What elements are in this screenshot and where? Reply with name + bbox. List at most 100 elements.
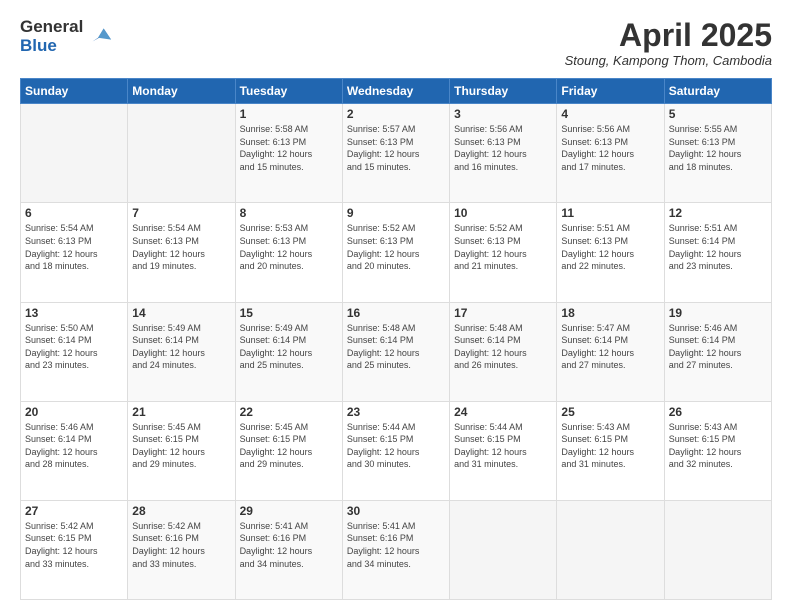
day-number: 26 (669, 405, 767, 419)
day-info: Sunrise: 5:44 AM Sunset: 6:15 PM Dayligh… (454, 421, 552, 471)
calendar-cell: 4 Sunrise: 5:56 AM Sunset: 6:13 PM Daylig… (557, 104, 664, 203)
calendar-cell: 10 Sunrise: 5:52 AM Sunset: 6:13 PM Dayli… (450, 203, 557, 302)
col-monday: Monday (128, 79, 235, 104)
day-number: 19 (669, 306, 767, 320)
day-number: 15 (240, 306, 338, 320)
day-number: 24 (454, 405, 552, 419)
day-number: 4 (561, 107, 659, 121)
calendar-cell: 21 Sunrise: 5:45 AM Sunset: 6:15 PM Dayli… (128, 401, 235, 500)
page: General Blue April 2025 Stoung, Kampong … (0, 0, 792, 612)
day-info: Sunrise: 5:55 AM Sunset: 6:13 PM Dayligh… (669, 123, 767, 173)
day-info: Sunrise: 5:42 AM Sunset: 6:16 PM Dayligh… (132, 520, 230, 570)
calendar-cell: 24 Sunrise: 5:44 AM Sunset: 6:15 PM Dayli… (450, 401, 557, 500)
calendar-cell: 6Sunrise: 5:54 AM Sunset: 6:13 PM Daylig… (21, 203, 128, 302)
day-number: 1 (240, 107, 338, 121)
day-number: 25 (561, 405, 659, 419)
day-info: Sunrise: 5:54 AM Sunset: 6:13 PM Dayligh… (132, 222, 230, 272)
calendar-cell (128, 104, 235, 203)
day-info: Sunrise: 5:44 AM Sunset: 6:15 PM Dayligh… (347, 421, 445, 471)
day-number: 18 (561, 306, 659, 320)
day-info: Sunrise: 5:43 AM Sunset: 6:15 PM Dayligh… (669, 421, 767, 471)
calendar-week-5: 27 Sunrise: 5:42 AM Sunset: 6:15 PM Dayli… (21, 500, 772, 599)
day-info: Sunrise: 5:56 AM Sunset: 6:13 PM Dayligh… (561, 123, 659, 173)
day-info: Sunrise: 5:49 AM Sunset: 6:14 PM Dayligh… (240, 322, 338, 372)
day-number: 2 (347, 107, 445, 121)
day-info: Sunrise: 5:56 AM Sunset: 6:13 PM Dayligh… (454, 123, 552, 173)
day-info: Sunrise: 5:49 AM Sunset: 6:14 PM Dayligh… (132, 322, 230, 372)
day-number: 3 (454, 107, 552, 121)
calendar-cell: 30 Sunrise: 5:41 AM Sunset: 6:16 PM Dayli… (342, 500, 449, 599)
calendar-week-4: 20 Sunrise: 5:46 AM Sunset: 6:14 PM Dayli… (21, 401, 772, 500)
title-block: April 2025 Stoung, Kampong Thom, Cambodi… (565, 18, 772, 68)
day-number: 5 (669, 107, 767, 121)
day-number: 13 (25, 306, 123, 320)
day-info: Sunrise: 5:42 AM Sunset: 6:15 PM Dayligh… (25, 520, 123, 570)
day-number: 6 (25, 206, 123, 220)
day-info: Sunrise: 5:48 AM Sunset: 6:14 PM Dayligh… (454, 322, 552, 372)
day-number: 22 (240, 405, 338, 419)
day-number: 27 (25, 504, 123, 518)
day-number: 7 (132, 206, 230, 220)
day-info: Sunrise: 5:58 AM Sunset: 6:13 PM Dayligh… (240, 123, 338, 173)
day-info: Sunrise: 5:43 AM Sunset: 6:15 PM Dayligh… (561, 421, 659, 471)
calendar-cell: 9 Sunrise: 5:52 AM Sunset: 6:13 PM Daylig… (342, 203, 449, 302)
day-number: 11 (561, 206, 659, 220)
day-number: 28 (132, 504, 230, 518)
calendar-cell: 29 Sunrise: 5:41 AM Sunset: 6:16 PM Dayli… (235, 500, 342, 599)
day-number: 23 (347, 405, 445, 419)
weekday-row: Sunday Monday Tuesday Wednesday Thursday… (21, 79, 772, 104)
calendar-table: Sunday Monday Tuesday Wednesday Thursday… (20, 78, 772, 600)
day-number: 17 (454, 306, 552, 320)
calendar-cell: 8 Sunrise: 5:53 AM Sunset: 6:13 PM Daylig… (235, 203, 342, 302)
header: General Blue April 2025 Stoung, Kampong … (20, 18, 772, 68)
day-number: 16 (347, 306, 445, 320)
calendar-cell: 16 Sunrise: 5:48 AM Sunset: 6:14 PM Dayli… (342, 302, 449, 401)
col-friday: Friday (557, 79, 664, 104)
calendar-cell (557, 500, 664, 599)
day-number: 29 (240, 504, 338, 518)
day-number: 21 (132, 405, 230, 419)
day-info: Sunrise: 5:48 AM Sunset: 6:14 PM Dayligh… (347, 322, 445, 372)
day-info: Sunrise: 5:52 AM Sunset: 6:13 PM Dayligh… (347, 222, 445, 272)
calendar-week-2: 6 Sunrise: 5:54 AM Sunset: 6:13 PM Daylig… (21, 203, 772, 302)
col-thursday: Thursday (450, 79, 557, 104)
calendar-cell: 7 Sunrise: 5:54 AM Sunset: 6:13 PM Daylig… (128, 203, 235, 302)
day-info: Sunrise: 5:47 AM Sunset: 6:14 PM Dayligh… (561, 322, 659, 372)
calendar-cell: 28 Sunrise: 5:42 AM Sunset: 6:16 PM Dayli… (128, 500, 235, 599)
calendar-cell: 18 Sunrise: 5:47 AM Sunset: 6:14 PM Dayli… (557, 302, 664, 401)
day-info: Sunrise: 5:51 AM Sunset: 6:13 PM Dayligh… (561, 222, 659, 272)
day-info: Sunrise: 5:53 AM Sunset: 6:13 PM Dayligh… (240, 222, 338, 272)
calendar-week-3: 13Sunrise: 5:50 AM Sunset: 6:14 PM Dayli… (21, 302, 772, 401)
day-info: Sunrise: 5:45 AM Sunset: 6:15 PM Dayligh… (132, 421, 230, 471)
title-location: Stoung, Kampong Thom, Cambodia (565, 53, 772, 68)
day-info: Sunrise: 5:41 AM Sunset: 6:16 PM Dayligh… (240, 520, 338, 570)
day-number: 20 (25, 405, 123, 419)
col-sunday: Sunday (21, 79, 128, 104)
day-number: 8 (240, 206, 338, 220)
calendar-cell: 1 Sunrise: 5:58 AM Sunset: 6:13 PM Daylig… (235, 104, 342, 203)
day-number: 30 (347, 504, 445, 518)
calendar-cell: 15 Sunrise: 5:49 AM Sunset: 6:14 PM Dayli… (235, 302, 342, 401)
day-info: Sunrise: 5:52 AM Sunset: 6:13 PM Dayligh… (454, 222, 552, 272)
day-info: Sunrise: 5:57 AM Sunset: 6:13 PM Dayligh… (347, 123, 445, 173)
logo-icon (85, 21, 113, 49)
day-number: 10 (454, 206, 552, 220)
calendar-cell: 3 Sunrise: 5:56 AM Sunset: 6:13 PM Daylig… (450, 104, 557, 203)
calendar-cell: 19Sunrise: 5:46 AM Sunset: 6:14 PM Dayli… (664, 302, 771, 401)
title-month: April 2025 (565, 18, 772, 53)
day-info: Sunrise: 5:51 AM Sunset: 6:14 PM Dayligh… (669, 222, 767, 272)
day-number: 12 (669, 206, 767, 220)
calendar-cell: 26 Sunrise: 5:43 AM Sunset: 6:15 PM Dayli… (664, 401, 771, 500)
day-info: Sunrise: 5:41 AM Sunset: 6:16 PM Dayligh… (347, 520, 445, 570)
day-number: 9 (347, 206, 445, 220)
calendar-cell: 11 Sunrise: 5:51 AM Sunset: 6:13 PM Dayli… (557, 203, 664, 302)
logo-text: General Blue (20, 18, 83, 55)
calendar-cell: 25 Sunrise: 5:43 AM Sunset: 6:15 PM Dayli… (557, 401, 664, 500)
calendar-cell: 2 Sunrise: 5:57 AM Sunset: 6:13 PM Daylig… (342, 104, 449, 203)
day-number: 14 (132, 306, 230, 320)
day-info: Sunrise: 5:46 AM Sunset: 6:14 PM Dayligh… (25, 421, 123, 471)
calendar-cell (450, 500, 557, 599)
calendar-cell: 14 Sunrise: 5:49 AM Sunset: 6:14 PM Dayli… (128, 302, 235, 401)
logo-general: General (20, 18, 83, 37)
calendar-header: Sunday Monday Tuesday Wednesday Thursday… (21, 79, 772, 104)
